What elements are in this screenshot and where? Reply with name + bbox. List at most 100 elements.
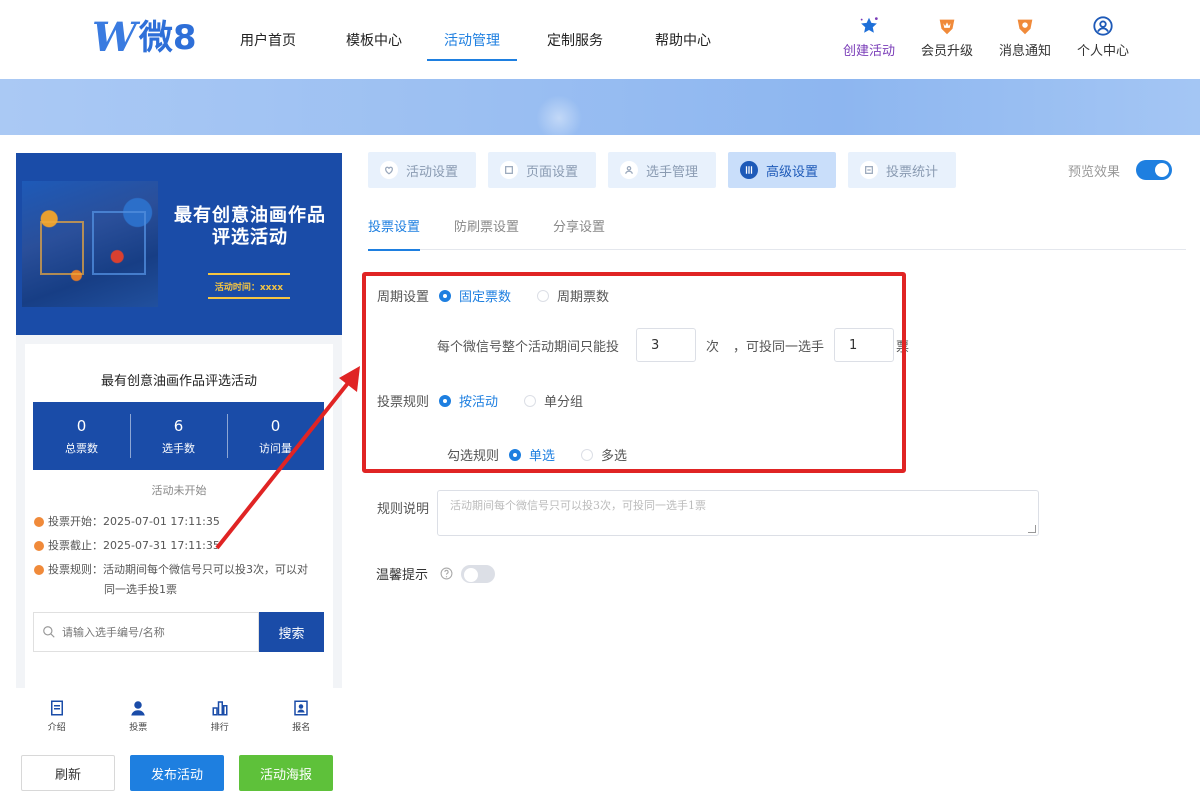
step-label: 活动设置 xyxy=(406,164,459,180)
warm-tip-row: 温馨提示 xyxy=(376,564,496,583)
stat-value: 0 xyxy=(76,417,87,435)
info-dot-icon xyxy=(34,565,44,575)
vote-rule-info: 投票规则：活动期间每个微信号只可以投3次，可以对 同一选手投1票 xyxy=(34,560,308,600)
step-page-settings[interactable]: 页面设置 xyxy=(488,152,596,188)
resize-handle-icon[interactable] xyxy=(1028,525,1036,533)
tab-anti-fraud-settings[interactable]: 防刷票设置 xyxy=(454,200,519,250)
oil-painting-image xyxy=(22,181,158,307)
preview-effect-toggle: 预览效果 xyxy=(1068,160,1173,180)
header-tools: 创建活动 会员升级 消息通知 个人中心 xyxy=(830,14,1142,59)
publish-activity-button[interactable]: 发布活动 xyxy=(130,755,224,791)
vote-start-info: 投票开始：2025-07-01 17:11:35 xyxy=(34,512,220,532)
user-circle-icon xyxy=(1091,14,1115,38)
bar-chart-icon xyxy=(212,700,228,715)
step-contestant-management[interactable]: 选手管理 xyxy=(608,152,716,188)
tab-label: 报名 xyxy=(292,722,311,733)
activity-poster-button[interactable]: 活动海报 xyxy=(239,755,333,791)
highlight-box xyxy=(362,272,906,473)
top-navbar: W 微8 用户首页 模板中心 活动管理 定制服务 帮助中心 创建活动 会员升级 … xyxy=(0,0,1200,79)
activity-card: 最有创意油画作品评选活动 0 总票数 6 选手数 0 访问量 活动未开始 投票开… xyxy=(25,344,333,690)
stat-label: 访问量 xyxy=(259,442,292,455)
tab-vote[interactable]: 投票 xyxy=(98,688,180,743)
rule-description-input[interactable]: 活动期间每个微信号只可以投3次，可投同一选手1票 xyxy=(437,490,1039,536)
personal-center-label: 个人中心 xyxy=(1076,44,1129,59)
step-label: 选手管理 xyxy=(646,164,699,180)
tab-intro[interactable]: 介绍 xyxy=(16,688,98,743)
help-icon[interactable] xyxy=(440,567,453,580)
logo[interactable]: W 微8 xyxy=(92,18,197,59)
tab-ranking[interactable]: 排行 xyxy=(179,688,261,743)
activity-poster: 最有创意油画作品 评选活动 活动时间：xxxx xyxy=(16,153,342,335)
member-upgrade-label: 会员升级 xyxy=(920,44,973,59)
user-icon xyxy=(620,161,638,179)
heart-icon xyxy=(380,161,398,179)
stat-visits: 0 访问量 xyxy=(227,402,324,470)
info-dot-icon xyxy=(34,541,44,551)
page-icon xyxy=(500,161,518,179)
bell-badge-icon xyxy=(1013,14,1037,38)
tab-label: 投票 xyxy=(129,722,148,733)
stat-total-votes: 0 总票数 xyxy=(33,402,130,470)
step-label: 投票统计 xyxy=(886,164,939,180)
vote-start-text: 投票开始：2025-07-01 17:11:35 xyxy=(48,515,220,528)
preview-effect-switch[interactable] xyxy=(1136,160,1173,180)
stat-value: 6 xyxy=(173,417,184,435)
contestant-search: 搜索 xyxy=(33,612,324,652)
activity-status: 活动未开始 xyxy=(151,484,207,497)
mobile-tabbar: 介绍 投票 排行 报名 xyxy=(16,688,342,743)
stat-value: 0 xyxy=(270,417,281,435)
stats-bar: 0 总票数 6 选手数 0 访问量 xyxy=(33,402,324,470)
preview-actions: 刷新 发布活动 活动海报 xyxy=(21,755,333,791)
activity-title: 最有创意油画作品评选活动 xyxy=(100,374,257,389)
search-input[interactable] xyxy=(62,625,242,639)
refresh-button[interactable]: 刷新 xyxy=(21,755,115,791)
step-label: 高级设置 xyxy=(766,164,819,180)
tab-signup[interactable]: 报名 xyxy=(261,688,343,743)
search-button[interactable]: 搜索 xyxy=(259,612,324,652)
vote-end-text: 投票截止：2025-07-31 17:11:35 xyxy=(48,539,220,552)
star-icon xyxy=(857,14,881,38)
settings-subtabs: 投票设置 防刷票设置 分享设置 xyxy=(368,200,1186,251)
notifications-button[interactable]: 消息通知 xyxy=(986,14,1064,59)
stat-contestants: 6 选手数 xyxy=(130,402,227,470)
sliders-icon xyxy=(740,161,758,179)
warm-tip-switch[interactable] xyxy=(461,564,496,583)
nav-home[interactable]: 用户首页 xyxy=(215,0,321,79)
vote-rule-text: 投票规则：活动期间每个微信号只可以投3次，可以对 同一选手投1票 xyxy=(48,560,308,600)
tab-label: 排行 xyxy=(210,722,229,733)
step-activity-settings[interactable]: 活动设置 xyxy=(368,152,476,188)
notifications-label: 消息通知 xyxy=(998,44,1051,59)
step-advanced-settings[interactable]: 高级设置 xyxy=(728,152,836,188)
crown-badge-icon xyxy=(935,14,959,38)
header-banner xyxy=(0,79,1200,141)
search-field[interactable] xyxy=(33,612,259,652)
document-icon xyxy=(50,700,63,715)
poster-title: 最有创意油画作品 评选活动 xyxy=(164,205,336,249)
stats-icon xyxy=(860,161,878,179)
nav-activity-management[interactable]: 活动管理 xyxy=(427,0,517,79)
step-label: 页面设置 xyxy=(526,164,579,180)
mobile-preview: 最有创意油画作品 评选活动 活动时间：xxxx 最有创意油画作品评选活动 0 总… xyxy=(16,153,342,743)
nav-templates[interactable]: 模板中心 xyxy=(321,0,427,79)
search-icon xyxy=(43,626,55,638)
member-upgrade-button[interactable]: 会员升级 xyxy=(908,14,986,59)
tab-share-settings[interactable]: 分享设置 xyxy=(553,200,605,250)
warm-tip-label: 温馨提示 xyxy=(376,568,429,583)
tab-label: 介绍 xyxy=(47,722,66,733)
logo-text: 微8 xyxy=(138,18,197,58)
signup-icon xyxy=(294,700,308,715)
rule-description-placeholder: 活动期间每个微信号只可以投3次，可投同一选手1票 xyxy=(450,499,706,512)
rule-description-label: 规则说明 xyxy=(377,502,430,517)
nav-custom-service[interactable]: 定制服务 xyxy=(517,0,633,79)
create-activity-button[interactable]: 创建活动 xyxy=(830,14,908,59)
step-vote-statistics[interactable]: 投票统计 xyxy=(848,152,956,188)
poster-title-line1: 最有创意油画作品 xyxy=(174,205,326,226)
stat-label: 总票数 xyxy=(65,442,98,455)
vote-rule-line1: 投票规则：活动期间每个微信号只可以投3次，可以对 xyxy=(48,563,308,576)
tab-vote-settings[interactable]: 投票设置 xyxy=(368,200,421,251)
info-dot-icon xyxy=(34,517,44,527)
nav-help-center[interactable]: 帮助中心 xyxy=(633,0,733,79)
settings-steps: 活动设置 页面设置 选手管理 高级设置 投票统计 xyxy=(368,152,956,188)
personal-center-button[interactable]: 个人中心 xyxy=(1064,14,1142,59)
create-activity-label: 创建活动 xyxy=(842,44,895,59)
